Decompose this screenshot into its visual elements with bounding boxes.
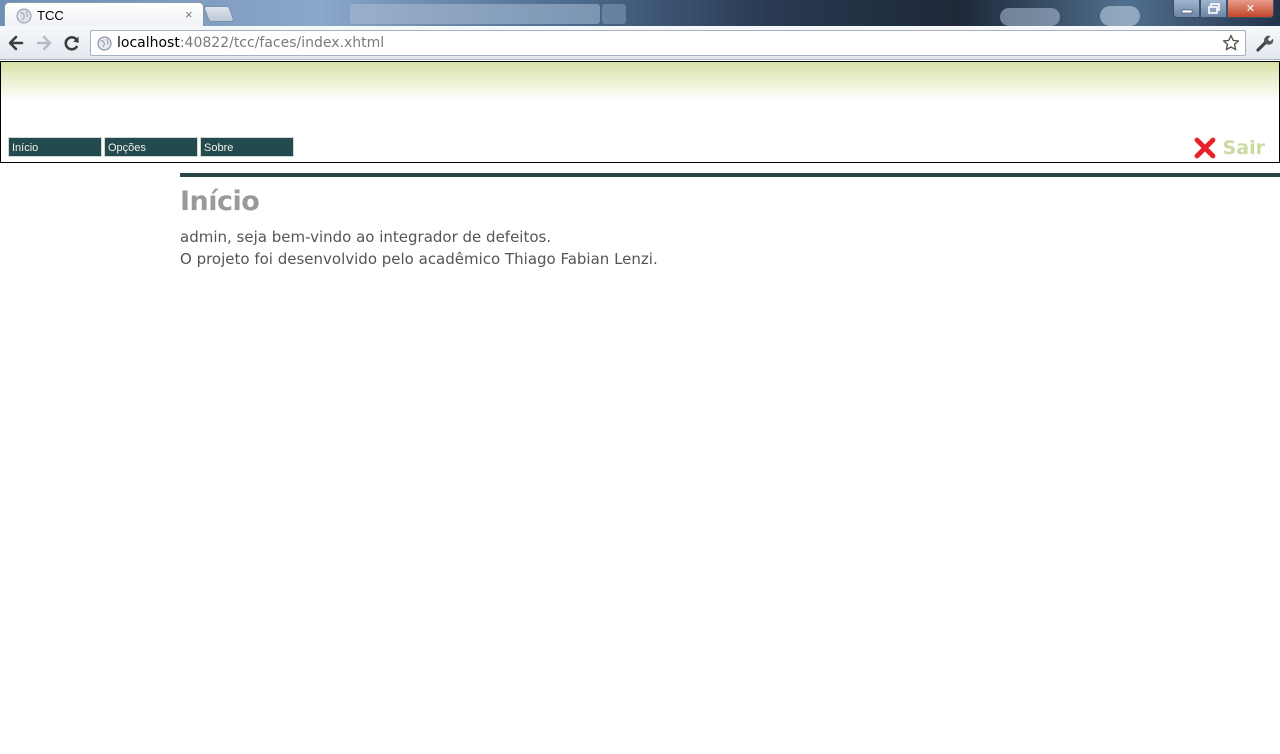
restore-icon: [1207, 3, 1220, 14]
menu-item-opcoes[interactable]: Opções: [104, 137, 198, 157]
browser-title-bar: TCC × ✕: [0, 0, 1280, 26]
bookmark-star-icon[interactable]: [1221, 33, 1241, 53]
minimize-button[interactable]: [1173, 0, 1200, 18]
new-tab-button[interactable]: [203, 6, 235, 22]
browser-tab[interactable]: TCC ×: [4, 2, 204, 26]
globe-icon: [16, 8, 32, 24]
window-controls: ✕: [1173, 0, 1274, 18]
minimize-icon: [1181, 9, 1192, 13]
title-divider: [180, 173, 1280, 177]
blurred-background-tab: [350, 4, 600, 24]
page-title: Início: [180, 186, 260, 217]
tab-close-icon[interactable]: ×: [185, 7, 193, 22]
tab-title: TCC: [37, 8, 64, 23]
browser-toolbar: localhost:40822/tcc/faces/index.xhtml: [0, 26, 1280, 60]
app-header: Início Opções Sobre Sair: [0, 61, 1280, 163]
logout-label: Sair: [1222, 137, 1265, 159]
close-x-icon: [1194, 137, 1216, 159]
close-icon: ✕: [1245, 2, 1256, 15]
url-path: :40822/tcc/faces/index.xhtml: [179, 35, 385, 51]
menu-item-sobre[interactable]: Sobre: [200, 137, 294, 157]
page-globe-icon: [97, 36, 112, 51]
restore-button[interactable]: [1200, 0, 1227, 18]
desktop-background-detail: [1000, 8, 1060, 26]
main-content: Início admin, seja bem-vindo ao integrad…: [180, 173, 1280, 270]
logout-button[interactable]: Sair: [1193, 136, 1265, 160]
url-host: localhost: [117, 35, 180, 51]
wrench-icon[interactable]: [1254, 33, 1274, 53]
forward-arrow-icon[interactable]: [34, 33, 54, 53]
url-text[interactable]: localhost:40822/tcc/faces/index.xhtml: [117, 35, 384, 51]
main-menu: Início Opções Sobre: [8, 137, 294, 157]
blurred-background-icon: [602, 4, 626, 24]
menu-item-inicio[interactable]: Início: [8, 137, 102, 157]
welcome-text: admin, seja bem-vindo ao integrador de d…: [180, 228, 552, 246]
back-arrow-icon[interactable]: [6, 33, 26, 53]
address-bar[interactable]: localhost:40822/tcc/faces/index.xhtml: [90, 30, 1246, 56]
desktop-background-detail: [1100, 6, 1140, 26]
reload-icon[interactable]: [62, 33, 82, 53]
author-text: O projeto foi desenvolvido pelo acadêmic…: [180, 250, 658, 268]
close-window-button[interactable]: ✕: [1227, 0, 1274, 18]
